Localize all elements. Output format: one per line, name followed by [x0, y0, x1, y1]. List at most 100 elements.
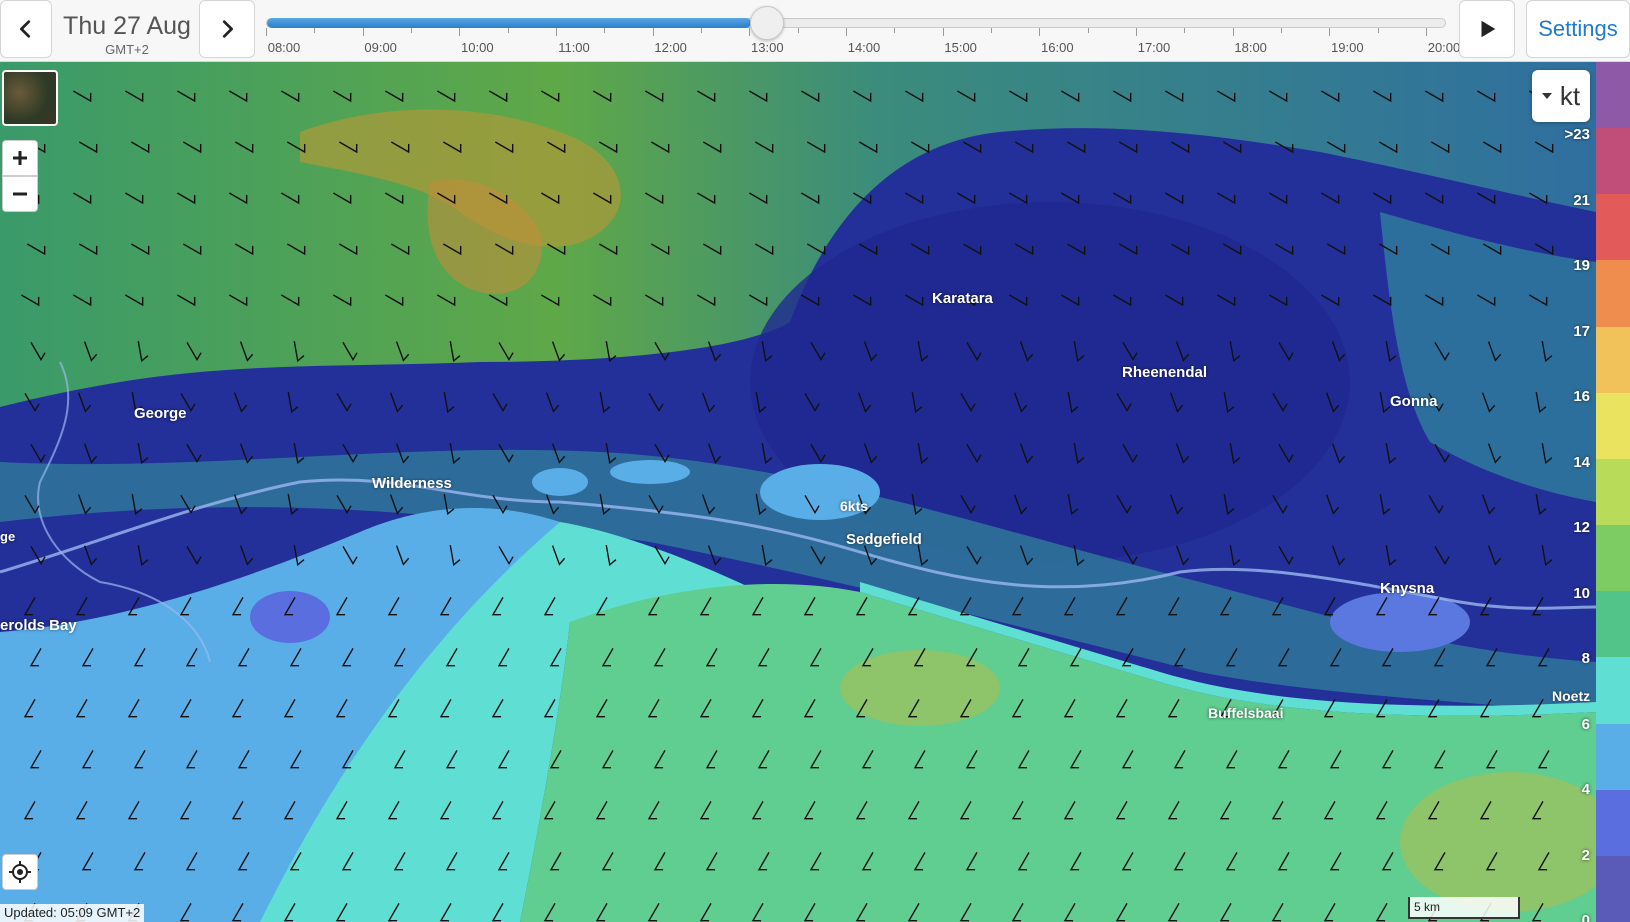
time-tick-minor [314, 28, 316, 33]
time-tick [1136, 28, 1137, 36]
time-tick [652, 28, 654, 36]
minus-icon [13, 192, 27, 196]
base-layer-toggle[interactable] [2, 70, 58, 126]
time-slider-track[interactable] [266, 18, 1446, 28]
legend-color-segment [1596, 392, 1630, 459]
time-tick-minor [411, 28, 412, 33]
legend-label: 21 [1573, 191, 1590, 209]
weather-map-app: Thu 27 Aug GMT+2 08:00 09:00 10:00 11:00 12:… [0, 0, 1630, 922]
legend-color-segment [1596, 657, 1630, 724]
time-label[interactable]: 19:00 [1317, 40, 1377, 55]
legend-label: >23 [1564, 126, 1590, 143]
legend-color-segment [1596, 458, 1630, 526]
wind-speed-label: 6kts [840, 498, 869, 514]
place-label-noetzie[interactable]: Noetz [1552, 688, 1590, 704]
wind-map[interactable]: Karatara Rheenendal Gonna George Wildern… [0, 62, 1596, 922]
place-label-buffelsbaai[interactable]: Buffelsbaai [1208, 705, 1283, 721]
time-label[interactable]: 15:00 [931, 40, 991, 55]
place-label-knysna[interactable]: Knysna [1380, 580, 1434, 597]
time-label[interactable]: 18:00 [1221, 40, 1281, 55]
place-label-gonna[interactable]: Gonna [1390, 393, 1438, 410]
time-label[interactable]: 11:00 [544, 40, 604, 55]
unit-label: kt [1559, 80, 1581, 111]
time-tick [459, 28, 461, 36]
legend-label: 2 [1581, 846, 1590, 864]
legend-label: 10 [1573, 584, 1590, 602]
place-label-rheenendal[interactable]: Rheenendal [1122, 364, 1207, 381]
legend-color-segment [1596, 789, 1630, 856]
place-label-karatara[interactable]: Karatara [932, 290, 993, 307]
legend-color-segment [1596, 723, 1630, 790]
time-tick-minor [1087, 28, 1089, 33]
time-tick-minor [991, 28, 992, 33]
settings-button[interactable]: Settings [1526, 0, 1630, 58]
time-tick [1426, 28, 1427, 36]
zoom-in-button[interactable] [2, 140, 38, 176]
play-button[interactable] [1459, 0, 1515, 58]
place-label-sedgefield[interactable]: Sedgefield [846, 531, 922, 548]
legend-color-segment [1596, 62, 1630, 129]
legend-color-segment [1596, 525, 1630, 592]
time-tick [942, 28, 944, 36]
time-tick [846, 28, 847, 36]
legend-label: 19 [1573, 257, 1590, 274]
time-tick-minor [1377, 28, 1379, 33]
time-tick [556, 28, 557, 36]
time-tick [362, 28, 364, 36]
legend-label: 4 [1581, 781, 1590, 798]
time-label[interactable]: 10:00 [447, 40, 507, 55]
place-label-george-edge[interactable]: ge [0, 529, 15, 544]
timezone-label: GMT+2 [105, 42, 149, 57]
top-bar: Thu 27 Aug GMT+2 08:00 09:00 10:00 11:00 12:… [0, 0, 1630, 62]
place-label-george[interactable]: George [134, 405, 187, 422]
time-tick-minor [701, 28, 702, 33]
plus-icon [13, 151, 27, 165]
time-label[interactable]: 14:00 [834, 40, 894, 55]
legend-color-segment [1596, 326, 1630, 393]
place-label-wilderness[interactable]: Wilderness [372, 475, 452, 492]
legend-label: 6 [1581, 715, 1590, 733]
time-tick-minor [894, 28, 896, 33]
previous-day-button[interactable] [0, 0, 52, 58]
time-tick [1232, 28, 1234, 36]
updated-timestamp: Updated: 05:09 GMT+2 [0, 904, 145, 922]
zoom-out-button[interactable] [2, 176, 38, 212]
time-ticks: 08:00 09:00 10:00 11:00 12:00 13:00 14:00 15:00… [266, 28, 1460, 60]
time-slider[interactable]: 08:00 09:00 10:00 11:00 12:00 13:00 14:00 15:00… [266, 6, 1460, 60]
time-tick [749, 28, 751, 36]
scale-bar: 5 km [1408, 897, 1520, 919]
locate-button[interactable] [2, 854, 38, 890]
next-day-button[interactable] [199, 0, 255, 58]
legend-label: 12 [1573, 519, 1590, 536]
legend-color-segment [1596, 855, 1630, 922]
time-label[interactable]: 12:00 [641, 40, 701, 55]
legend-label: 8 [1581, 650, 1590, 667]
legend-color-segment [1596, 128, 1630, 195]
time-label[interactable]: 16:00 [1027, 40, 1087, 55]
unit-selector-button[interactable]: kt [1532, 70, 1590, 122]
time-slider-fill [267, 18, 751, 28]
legend-color-segment [1596, 591, 1630, 658]
chevron-left-icon [20, 20, 31, 38]
legend-color-segment [1596, 194, 1630, 261]
crosshair-icon [9, 861, 31, 883]
time-tick [1329, 28, 1331, 36]
play-icon [1481, 20, 1496, 38]
time-tick-minor [1281, 28, 1282, 33]
caret-down-icon [1541, 93, 1552, 99]
legend-label: 14 [1573, 453, 1590, 471]
date-label: Thu 27 Aug [63, 12, 191, 40]
time-label[interactable]: 08:00 [254, 40, 314, 55]
time-tick-minor [797, 28, 799, 33]
time-label[interactable]: 13:00 [737, 40, 797, 55]
time-tick-minor [1184, 28, 1186, 33]
time-label[interactable]: 17:00 [1124, 40, 1184, 55]
place-label-herolds-bay[interactable]: erolds Bay [0, 617, 77, 634]
chevron-right-icon [222, 20, 233, 38]
time-tick-minor [507, 28, 509, 33]
legend-label: 16 [1573, 388, 1590, 405]
time-tick-minor [604, 28, 606, 33]
wind-field [0, 62, 1596, 922]
time-label[interactable]: 09:00 [351, 40, 411, 55]
legend-label: 0 [1581, 912, 1590, 922]
